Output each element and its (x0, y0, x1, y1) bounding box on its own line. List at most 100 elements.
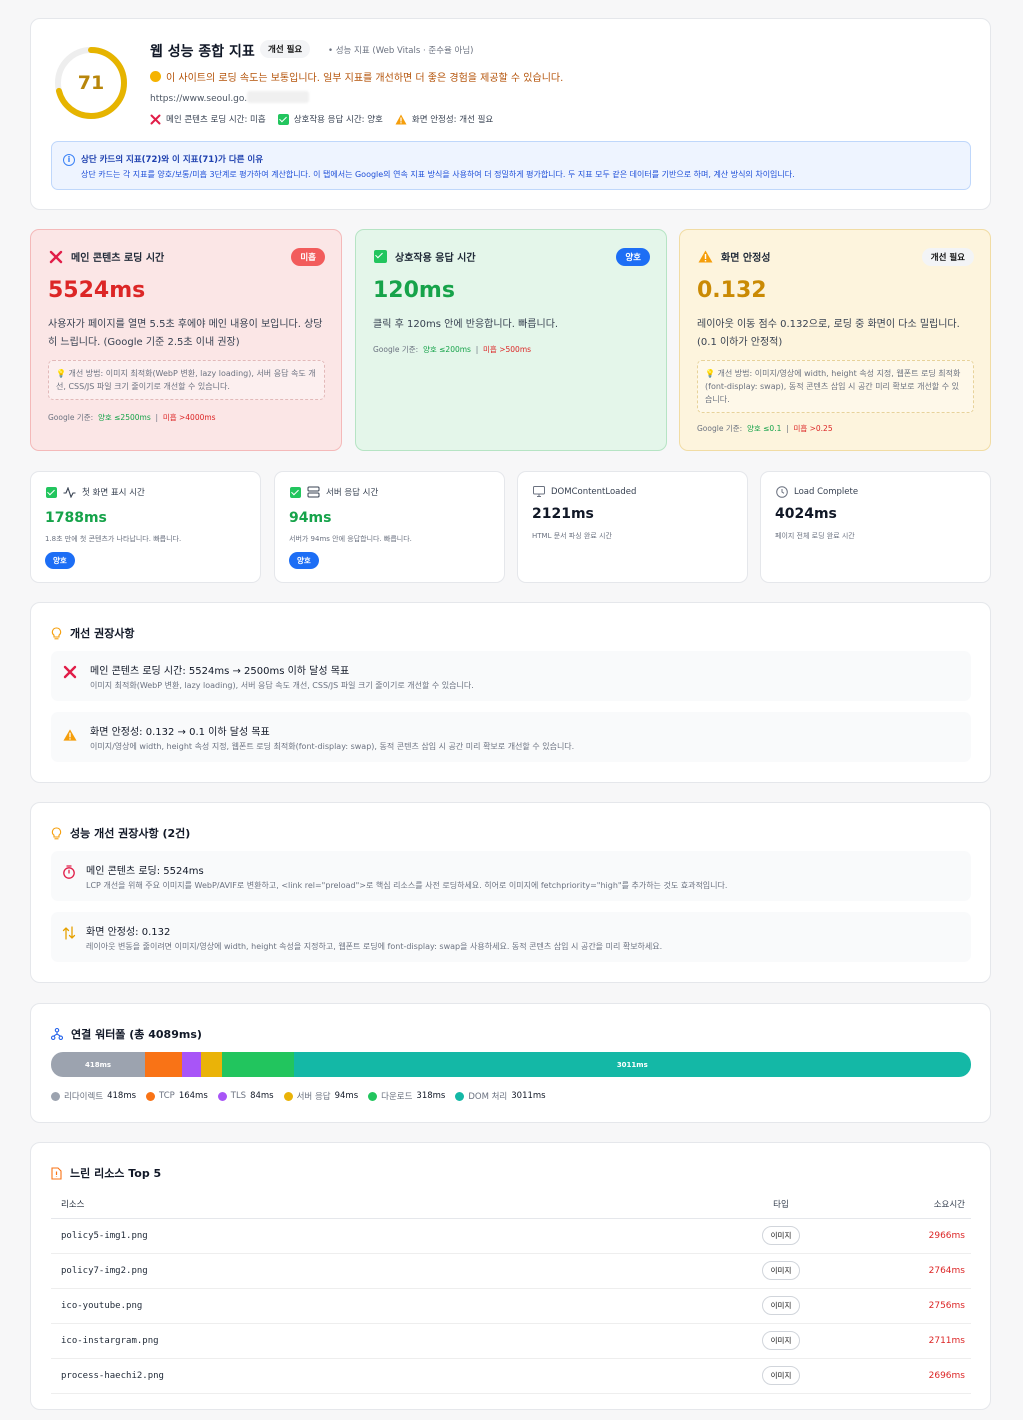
card-description: 서버가 94ms 안에 응답합니다. 빠릅니다. (289, 535, 412, 543)
status-lcp-text: 메인 콘텐츠 로딩 시간: 미흡 (166, 115, 266, 125)
lightbulb-icon (51, 626, 62, 639)
site-url-text: https://www.seoul.go. (150, 94, 248, 104)
recommendation-text: 레이아웃 변동을 줄이려면 이미지/영상에 width, height 속성을 … (86, 942, 663, 951)
google-standard: Google 기준: 양호 ≤2500ms | 미흡 >4000ms (48, 413, 216, 422)
legend-dot (51, 1091, 60, 1101)
legend-item: TCP 164ms (146, 1090, 208, 1102)
summary-card: 71 웹 성능 종합 지표 개선 필요 • 성능 지표 (Web Vitals … (30, 18, 991, 210)
connection-waterfall-section: 연결 워터폴 (총 4089ms) 418ms 3011ms 리다이렉트 418ms… (30, 1003, 991, 1123)
waterfall-segment: 418ms (51, 1052, 146, 1077)
status-badge: 개선 필요 (260, 40, 311, 58)
check-icon (277, 113, 289, 125)
metric-card-lcp: 메인 콘텐츠 로딩 시간 미흡 5524ms 사용자가 페이지를 열면 5.5초… (30, 229, 342, 451)
warning-icon (395, 114, 407, 124)
status-cls-text: 화면 안정성: 개선 필요 (411, 115, 494, 125)
slow-resources-table: 리소스 타입 소요시간 policy5-img1.png 이미지 2966ms … (51, 1191, 971, 1394)
section-title-text: 연결 워터폴 (총 4089ms) (71, 1028, 202, 1041)
type-badge: 이미지 (761, 1331, 801, 1350)
standard-good: 양호 ≤200ms (422, 345, 471, 354)
summary-message-text: 이 사이트의 로딩 속도는 보통입니다. 일부 지표를 개선하면 더 좋은 경험… (166, 73, 564, 84)
status-cls: 화면 안정성: 개선 필요 (395, 113, 493, 125)
metric-description: 클릭 후 120ms 안에 반응합니다. 빠릅니다. (373, 319, 559, 330)
resource-time: 2711ms (821, 1323, 971, 1359)
resource-name: ico-instargram.png (51, 1323, 741, 1359)
standard-label: Google 기준: (697, 424, 743, 433)
legend-value: 318ms (416, 1091, 446, 1101)
legend-item: 다운로드 318ms (368, 1090, 445, 1102)
slow-resources-section: 느린 리소스 Top 5 리소스 타입 소요시간 policy5-img1.pn… (30, 1142, 991, 1410)
coin-icon (150, 71, 161, 82)
metric-value: 120ms (373, 278, 455, 303)
resource-name: ico-youtube.png (51, 1288, 741, 1324)
recommendation-title: 메인 콘텐츠 로딩: 5524ms (86, 866, 204, 877)
status-badge: 개선 필요 (921, 248, 974, 266)
metric-note: • 성능 지표 (Web Vitals · 준수율 아님) (328, 46, 474, 56)
dom-content-loaded-card: DOMContentLoaded 2121ms HTML 문서 파싱 완료 시간 (517, 471, 748, 583)
section-title: 개선 권장사항 (51, 625, 135, 641)
waterfall-segment: 3011ms (293, 1052, 971, 1077)
legend-value: 164ms (178, 1091, 208, 1101)
improvement-tip: 💡 개선 방법: 이미지 최적화(WebP 변환, lazy loading),… (48, 360, 325, 400)
file-warning-icon (51, 1166, 62, 1180)
card-value: 94ms (289, 510, 332, 526)
resource-name: process-haechi2.png (51, 1358, 741, 1394)
metric-description: 레이아웃 이동 점수 0.132으로, 로딩 중 화면이 다소 밀립니다. (0… (697, 319, 960, 348)
table-header-row: 리소스 타입 소요시간 (51, 1191, 971, 1219)
metric-card-inp: 상호작용 응답 시간 양호 120ms 클릭 후 120ms 안에 반응합니다.… (355, 229, 667, 451)
status-badge: 양호 (616, 248, 650, 266)
legend-label: 서버 응답 (296, 1092, 331, 1102)
improvement-tip-text: 개선 방법: 이미지 최적화(WebP 변환, lazy loading), 서… (56, 369, 316, 391)
metric-card-cls: 화면 안정성 개선 필요 0.132 레이아웃 이동 점수 0.132으로, 로… (679, 229, 991, 451)
waterfall-legend: 리다이렉트 418ms TCP 164ms TLS 84ms 서버 응답 94ms 다운로드 31… (51, 1090, 546, 1102)
status-summary: 메인 콘텐츠 로딩 시간: 미흡 상호작용 응답 시간: 양호 화면 안정성: … (150, 113, 493, 125)
waterfall-segment (181, 1052, 201, 1077)
standard-label: Google 기준: (373, 345, 419, 354)
legend-value: 418ms (107, 1091, 137, 1101)
card-value: 2121ms (532, 506, 594, 522)
card-header: 첫 화면 표시 시간 (46, 486, 145, 498)
recommendation-title: 메인 콘텐츠 로딩 시간: 5524ms → 2500ms 이하 달성 목표 (90, 666, 350, 677)
section-title-text: 성능 개선 권장사항 (2건) (70, 827, 191, 840)
arrows-up-down-icon (62, 926, 76, 940)
lightbulb-icon: 💡 (56, 369, 69, 378)
check-icon (46, 486, 57, 498)
card-header: Load Complete (776, 486, 858, 498)
section-title-text: 개선 권장사항 (70, 627, 135, 640)
metric-title: 메인 콘텐츠 로딩 시간 (71, 253, 165, 264)
resource-time: 2966ms (821, 1218, 971, 1254)
table-row: process-haechi2.png 이미지 2696ms (51, 1358, 971, 1394)
standard-good: 양호 ≤0.1 (746, 424, 782, 433)
recommendation-title: 화면 안정성: 0.132 (86, 927, 171, 938)
resource-time: 2696ms (821, 1358, 971, 1394)
recommendation-text: LCP 개선을 위해 주요 이미지를 WebP/AVIF로 변환하고, <lin… (86, 881, 728, 890)
status-inp: 상호작용 응답 시간: 양호 (277, 113, 383, 125)
section-title: 성능 개선 권장사항 (2건) (51, 825, 190, 841)
column-header-time: 소요시간 (821, 1191, 971, 1219)
recommendation-text: 이미지 최적화(WebP 변환, lazy loading), 서버 응답 속도… (90, 681, 474, 690)
metric-value: 5524ms (48, 278, 146, 303)
legend-value: 84ms (250, 1091, 274, 1101)
ttfb-card: 서버 응답 시간 94ms 서버가 94ms 안에 응답합니다. 빠릅니다. 양… (274, 471, 505, 583)
standard-bad: 미흡 >0.25 (793, 424, 833, 433)
section-title: 연결 워터폴 (총 4089ms) (51, 1026, 202, 1042)
table-row: ico-instargram.png 이미지 2711ms (51, 1323, 971, 1359)
waterfall-segment (222, 1052, 294, 1077)
card-header: 서버 응답 시간 (290, 486, 378, 498)
legend-dot (368, 1091, 378, 1101)
standard-bad: 미흡 >500ms (483, 345, 532, 354)
section-title-text: 느린 리소스 Top 5 (70, 1167, 162, 1180)
card-title: DOMContentLoaded (551, 486, 637, 497)
recommendation-item: 화면 안정성: 0.132 레이아웃 변동을 줄이려면 이미지/영상에 widt… (51, 912, 971, 962)
card-value: 1788ms (45, 510, 107, 526)
legend-value: 3011ms (511, 1091, 546, 1101)
recommendation-title: 화면 안정성: 0.132 → 0.1 이하 달성 목표 (90, 727, 270, 738)
page-title: 웹 성능 종합 지표 (150, 44, 255, 60)
recommendation-item: 화면 안정성: 0.132 → 0.1 이하 달성 목표 이미지/영상에 wid… (51, 712, 971, 762)
lightbulb-icon: 💡 (705, 369, 718, 378)
legend-dot (455, 1091, 465, 1101)
status-badge: 양호 (45, 552, 75, 569)
waterfall-segment (145, 1052, 182, 1077)
status-lcp: 메인 콘텐츠 로딩 시간: 미흡 (150, 113, 266, 125)
info-title: 상단 카드의 지표(72)와 이 지표(71)가 다른 이유 (81, 155, 264, 165)
redacted-url (247, 91, 310, 103)
